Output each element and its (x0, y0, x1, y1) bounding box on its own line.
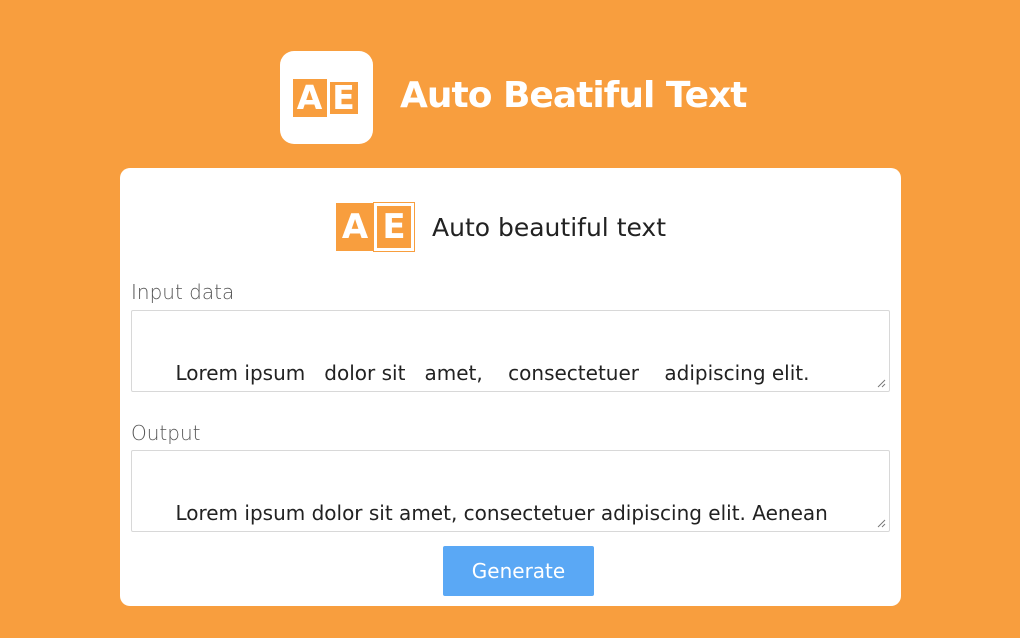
resize-grip-icon[interactable] (876, 518, 886, 528)
output-text: Lorem ipsum dolor sit amet, consectetuer… (175, 501, 828, 525)
app-title: Auto Beatiful Text (400, 75, 747, 116)
resize-grip-icon[interactable] (876, 378, 886, 388)
main-card: A E Auto beautiful text Input data Lorem… (120, 168, 901, 606)
generate-button[interactable]: Generate (443, 546, 594, 596)
card-logo-letter-a: A (336, 203, 374, 251)
ae-logo-mark: A E (292, 78, 361, 117)
card-logo-letter-e: E (373, 202, 415, 252)
output-label: Output (131, 421, 201, 445)
output-textarea[interactable]: Lorem ipsum dolor sit amet, consectetuer… (131, 450, 890, 532)
input-data-textarea[interactable]: Lorem ipsum dolor sit amet, consectetuer… (131, 310, 890, 392)
input-data-label: Input data (131, 280, 235, 304)
input-data-text: Lorem ipsum dolor sit amet, consectetuer… (175, 361, 810, 385)
card-header: A E Auto beautiful text (336, 202, 667, 252)
logo-letter-e: E (326, 78, 361, 117)
card-title: Auto beautiful text (432, 212, 667, 242)
card-logo-mark: A E (336, 202, 415, 252)
app-logo: A E (280, 51, 373, 144)
logo-letter-a: A (292, 78, 327, 117)
